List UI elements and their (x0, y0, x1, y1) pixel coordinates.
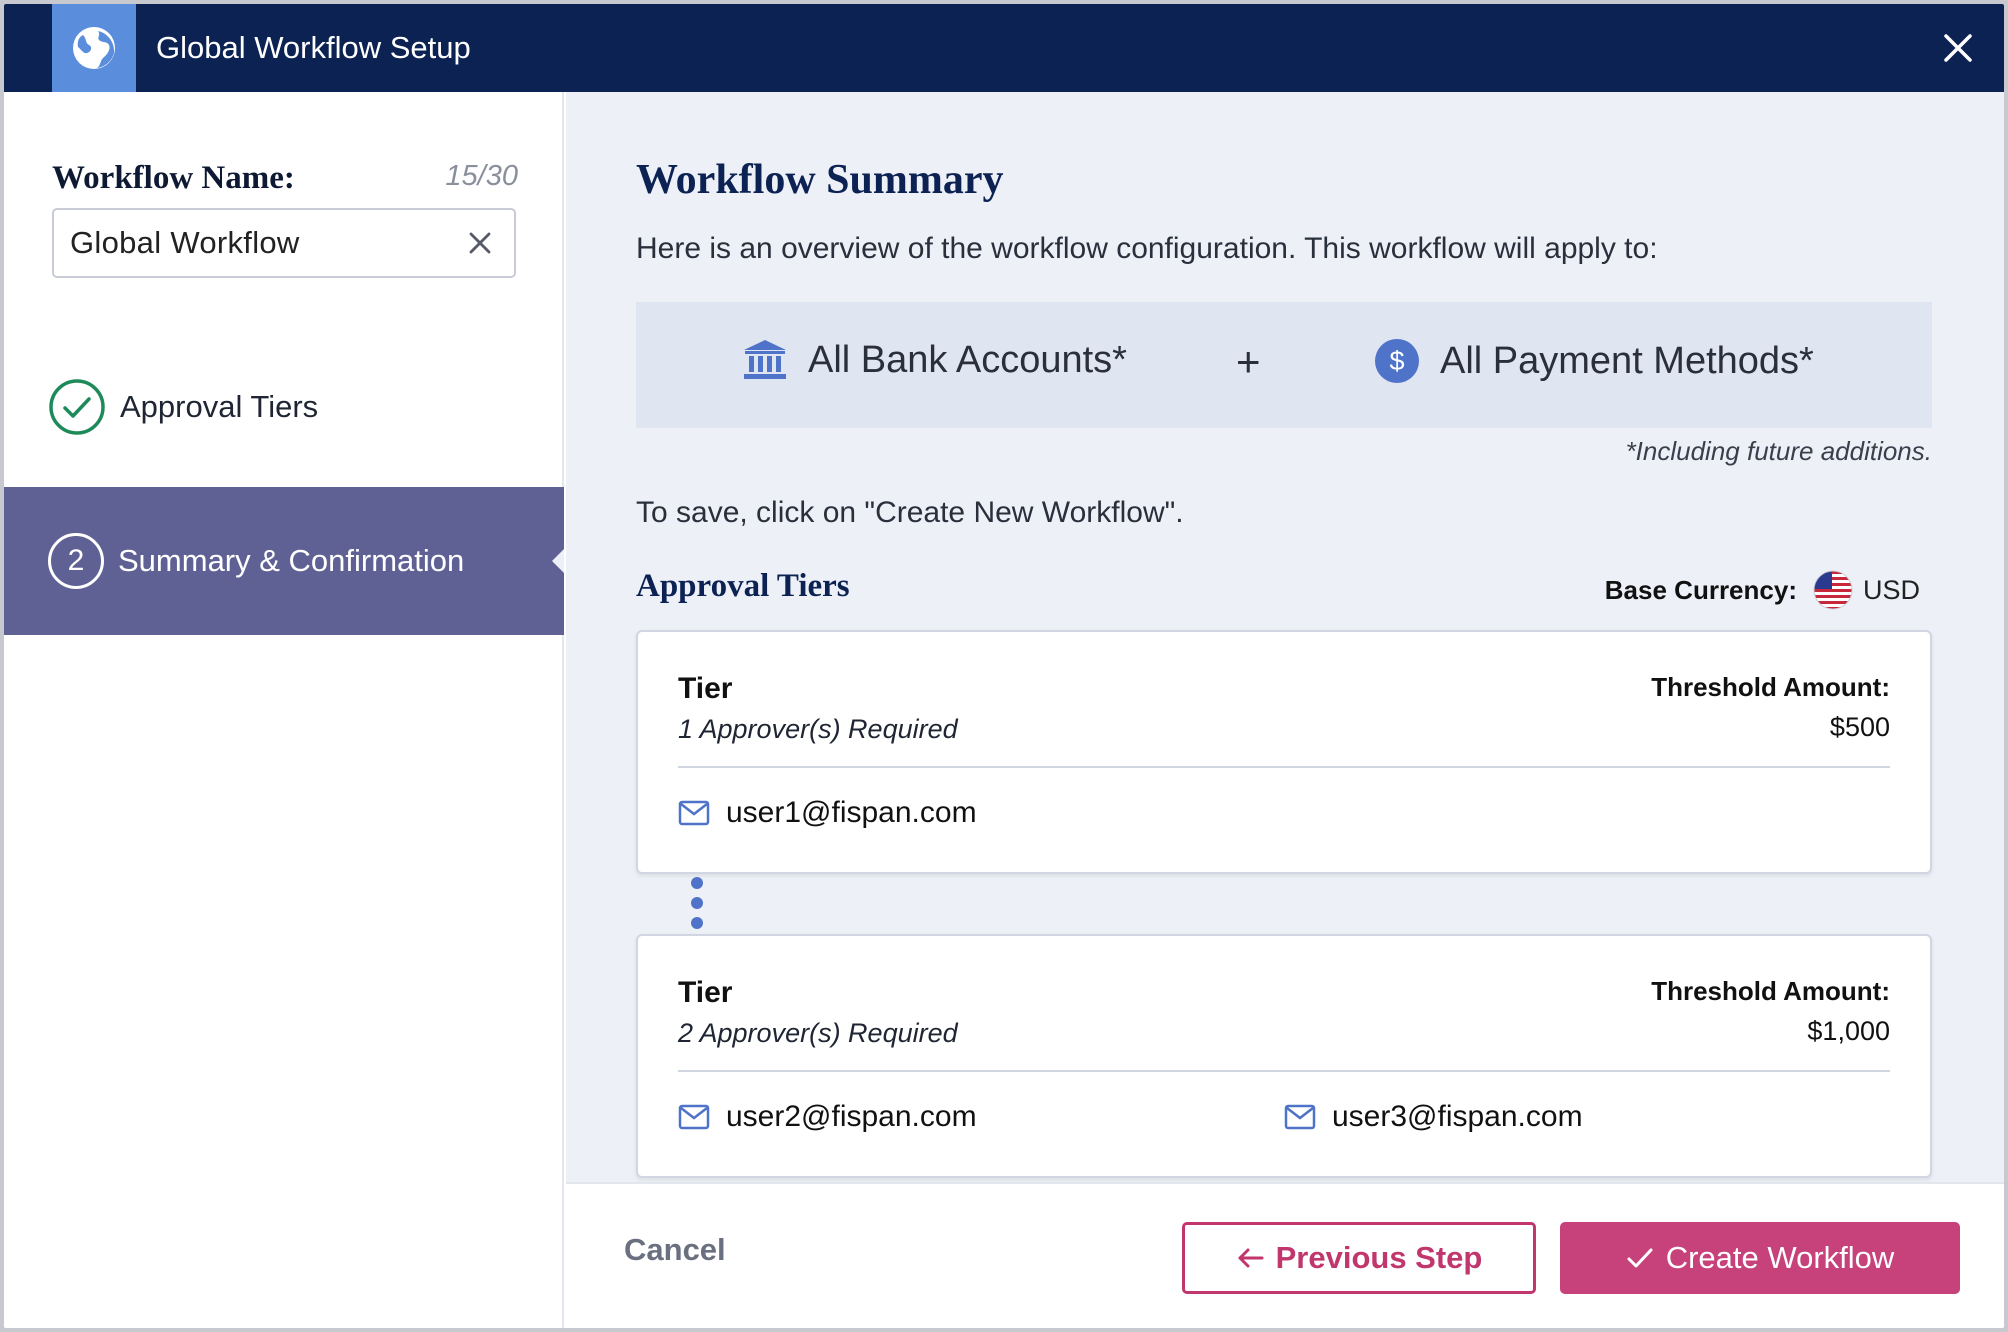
step-label: Summary & Confirmation (118, 543, 465, 578)
approver-item: user2@fispan.com (678, 1100, 977, 1134)
workflow-name-value: Global Workflow (70, 225, 300, 260)
tier-name: Tier (678, 672, 733, 705)
step-number: 2 (48, 533, 104, 589)
create-workflow-button[interactable]: Create Workflow (1560, 1222, 1960, 1294)
tier-requirement: 1 Approver(s) Required (678, 714, 958, 744)
create-workflow-label: Create Workflow (1665, 1240, 1895, 1275)
bank-accounts-label: All Bank Accounts* (808, 338, 1127, 381)
tier-card: Tier 1 Approver(s) Required Threshold Am… (636, 630, 1932, 874)
close-icon[interactable] (1940, 30, 1976, 66)
globe-icon (73, 27, 115, 69)
applies-to-banner: All Bank Accounts* + $ All Payment Metho… (636, 302, 1932, 428)
clear-input-icon[interactable] (464, 227, 496, 259)
tier-connector (691, 877, 703, 929)
modal-footer: Cancel Previous Step Create Workflow (566, 1182, 2004, 1328)
workflow-name-input[interactable]: Global Workflow (52, 208, 516, 278)
mail-icon (678, 1104, 710, 1130)
workflow-name-char-count: 15/30 (445, 160, 518, 192)
approver-email: user2@fispan.com (726, 1100, 977, 1133)
bank-icon (744, 340, 786, 379)
dollar-circle-icon: $ (1375, 339, 1419, 383)
step-label: Approval Tiers (120, 389, 319, 424)
tier-divider (678, 1070, 1890, 1072)
svg-text:$: $ (1389, 346, 1404, 376)
check-icon (1627, 1248, 1653, 1268)
tier-card: Tier 2 Approver(s) Required Threshold Am… (636, 934, 1932, 1178)
mail-icon (1284, 1104, 1316, 1130)
previous-step-label: Previous Step (1275, 1240, 1483, 1275)
all-bank-accounts: All Bank Accounts* (742, 338, 1127, 382)
page-title: Workflow Summary (636, 157, 1004, 203)
cancel-button[interactable]: Cancel (624, 1232, 726, 1268)
approver-item: user1@fispan.com (678, 796, 977, 830)
workflow-setup-modal: Global Workflow Setup Workflow Name: 15/… (4, 4, 2004, 1328)
mail-icon (678, 800, 710, 826)
payment-methods-label: All Payment Methods* (1440, 339, 1814, 382)
arrow-left-icon (1238, 1248, 1264, 1268)
us-flag-icon (1813, 570, 1853, 610)
step-summary-confirmation[interactable]: 2 Summary & Confirmation (4, 487, 564, 635)
modal-header: Global Workflow Setup (4, 4, 2004, 104)
threshold-value: $1,000 (1807, 1016, 1890, 1046)
steps-sidebar: Workflow Name: 15/30 Global Workflow App… (4, 92, 564, 1328)
base-currency: Base Currency: USD (1605, 570, 1920, 610)
tier-divider (678, 766, 1890, 768)
plus-sign: + (1236, 338, 1261, 385)
globe-badge (52, 4, 136, 104)
approver-item: user3@fispan.com (1284, 1100, 1583, 1134)
tier-requirement: 2 Approver(s) Required (678, 1018, 958, 1048)
all-payment-methods: $ All Payment Methods* (1374, 338, 1814, 384)
check-circle-icon (49, 379, 105, 435)
approver-email: user1@fispan.com (726, 796, 977, 829)
base-currency-value: USD (1862, 574, 1920, 605)
threshold-label: Threshold Amount: (1651, 672, 1890, 702)
tier-name: Tier (678, 976, 733, 1009)
step-approval-tiers[interactable]: Approval Tiers (48, 378, 318, 436)
future-additions-note: *Including future additions. (1625, 436, 1932, 466)
previous-step-button[interactable]: Previous Step (1182, 1222, 1536, 1294)
workflow-name-label: Workflow Name: (52, 160, 295, 196)
approval-tiers-heading: Approval Tiers (636, 568, 850, 604)
modal-title: Global Workflow Setup (156, 30, 471, 65)
approver-email: user3@fispan.com (1332, 1100, 1583, 1133)
summary-description: Here is an overview of the workflow conf… (636, 232, 1658, 265)
threshold-value: $500 (1829, 712, 1890, 742)
base-currency-label: Base Currency: (1604, 574, 1797, 605)
summary-panel: Workflow Summary Here is an overview of … (566, 92, 2004, 1182)
threshold-label: Threshold Amount: (1651, 976, 1890, 1006)
save-instruction: To save, click on "Create New Workflow". (636, 496, 1184, 529)
active-step-pointer (552, 549, 564, 573)
